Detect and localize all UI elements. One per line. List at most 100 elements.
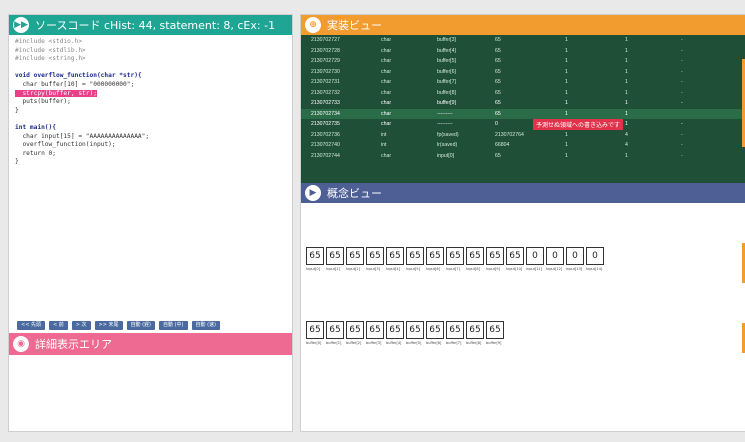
memory-cell-size: 1 — [565, 58, 568, 65]
code-line-text: } — [15, 158, 19, 166]
memory-cell-count: 1 — [625, 89, 628, 96]
code-line: char input[15] = "AAAAAAAAAAAAAA"; — [15, 133, 286, 142]
memory-row[interactable]: 2130702728 char buffer[4] 65 1 1 - — [301, 46, 745, 57]
memory-cell-name: buffer[9] — [437, 100, 456, 107]
memory-cell-count: 1 — [625, 152, 628, 159]
memory-cell-type: char — [381, 121, 392, 128]
buffer-label: buffer[4] — [386, 341, 402, 345]
memory-cell-count: 1 — [625, 68, 628, 75]
buffer-label: buffer[2] — [346, 341, 362, 345]
detail-icon: ◉ — [13, 336, 29, 352]
toolbar-button-6[interactable]: 自動 (速) — [191, 321, 220, 330]
source-panel: ▶▶ ソースコード cHist: 44, statement: 8, cEx: … — [8, 14, 293, 432]
impl-view-title: 実装ビュー — [327, 19, 382, 32]
toolbar-button-3[interactable]: >> 末尾 — [94, 321, 123, 330]
code-line: #include <stdio.h> — [15, 38, 286, 47]
input-array-labels: input[0] input[1] input[2] input[3] input[4]… — [306, 267, 606, 271]
memory-cell-value: 66804 — [495, 142, 510, 149]
memory-cell-type: char — [381, 100, 392, 107]
code-line-text: overflow_function(input); — [15, 141, 116, 149]
input-cell: 65 — [366, 247, 384, 265]
memory-cell-addr: 2130702734 — [311, 110, 340, 117]
memory-row[interactable]: 2130702727 char buffer[3] 65 1 1 - — [301, 35, 745, 46]
buffer-cell: 65 — [346, 321, 364, 339]
source-code: #include <stdio.h> #include <stdlib.h> #in… — [9, 35, 292, 170]
memory-cell-type: char — [381, 79, 392, 86]
memory-cell-extra: - — [681, 79, 683, 86]
memory-cell-name: buffer[8] — [437, 89, 456, 96]
code-line-text: void overflow_function(char *str){ — [15, 72, 142, 80]
memory-cell-extra: - — [681, 37, 683, 44]
memory-cell-name: buffer[4] — [437, 47, 456, 54]
memory-row[interactable]: 2130702734 char --------- 65 1 1 — [301, 108, 745, 119]
code-line: return 0; — [15, 150, 286, 159]
memory-cell-addr: 2130702740 — [311, 142, 340, 149]
code-line: } — [15, 158, 286, 167]
code-line-text: strcpy(buffer, str); — [15, 89, 97, 97]
code-line: overflow_function(input); — [15, 141, 286, 150]
impl-view-header: ⊕ 実装ビュー — [301, 15, 745, 35]
memory-cell-count: 1 — [625, 121, 628, 128]
code-line: strcpy(buffer, str); — [15, 89, 286, 99]
memory-cell-extra: - — [681, 100, 683, 107]
memory-cell-extra: - — [681, 47, 683, 54]
input-label: input[6] — [426, 267, 440, 271]
memory-cell-name: buffer[3] — [437, 37, 456, 44]
memory-cell-name: --------- — [437, 121, 453, 128]
buffer-cell: 65 — [486, 321, 504, 339]
input-label: input[4] — [386, 267, 400, 271]
memory-cell-value: 65 — [495, 152, 501, 159]
input-label: input[10] — [506, 267, 523, 271]
detail-area-header: ◉ 詳細表示エリア — [9, 333, 292, 355]
input-label: input[11] — [526, 267, 543, 271]
code-line: int main(){ — [15, 124, 286, 133]
memory-cell-count: 1 — [625, 58, 628, 65]
toolbar-button-4[interactable]: 自動 (遅) — [126, 321, 155, 330]
toolbar-button-2[interactable]: > 次 — [71, 321, 91, 330]
memory-cell-addr: 2130702728 — [311, 47, 340, 54]
memory-row[interactable]: 2130702730 char buffer[6] 65 1 1 - — [301, 67, 745, 78]
input-cell: 65 — [406, 247, 424, 265]
buffer-array-labels: buffer[0] buffer[1] buffer[2] buffer[3] buff… — [306, 341, 506, 345]
buffer-cell: 65 — [326, 321, 344, 339]
input-label: input[1] — [326, 267, 340, 271]
memory-row[interactable]: 2130702735char---------011- — [301, 119, 745, 130]
buffer-cell: 65 — [366, 321, 384, 339]
memory-cell-count: 1 — [625, 110, 628, 117]
input-cell: 0 — [586, 247, 604, 265]
toolbar-button-5[interactable]: 自動 (中) — [159, 321, 188, 330]
memory-row[interactable]: 2130702740 int lr(saved) 66804 1 4 - — [301, 140, 745, 151]
memory-cell-count: 4 — [625, 142, 628, 149]
buffer-cell: 65 — [386, 321, 404, 339]
memory-cell-type: char — [381, 152, 392, 159]
buffer-label: buffer[3] — [366, 341, 382, 345]
memory-row[interactable]: 2130702736 int fp(saved) 2130702764 1 4 - — [301, 130, 745, 141]
code-line: #include <string.h> — [15, 55, 286, 64]
memory-cell-size: 1 — [565, 68, 568, 75]
memory-cell-size: 1 — [565, 47, 568, 54]
memory-cell-type: char — [381, 89, 392, 96]
toolbar-button-0[interactable]: << 先頭 — [17, 321, 45, 330]
memory-cell-count: 1 — [625, 37, 628, 44]
input-label: input[7] — [446, 267, 460, 271]
memory-row[interactable]: 2130702729 char buffer[5] 65 1 1 - — [301, 56, 745, 67]
memory-cell-size: 1 — [565, 100, 568, 107]
memory-cell-extra: - — [681, 142, 683, 149]
play-forward-icon[interactable]: ▶▶ — [13, 17, 29, 33]
buffer-label: buffer[1] — [326, 341, 342, 345]
play-icon[interactable]: ▶ — [305, 185, 321, 201]
code-line-text: #include <stdio.h> — [15, 38, 83, 45]
memory-cell-addr: 2130702727 — [311, 37, 340, 44]
concept-view: ▶ 概念ビュー 65 65 65 65 65 65 65 65 65 65 65 0 0 0 0 input… — [301, 183, 745, 431]
code-line-text: #include <stdlib.h> — [15, 46, 86, 54]
memory-row[interactable]: 2130702744 char input[0] 65 1 1 - — [301, 151, 745, 162]
memory-row[interactable]: 2130702731 char buffer[7] 65 1 1 - — [301, 77, 745, 88]
memory-cell-addr: 2130702730 — [311, 68, 340, 75]
code-line: char buffer[10] = "000000000"; — [15, 81, 286, 90]
memory-cell-value: 65 — [495, 58, 501, 65]
toolbar-button-1[interactable]: < 前 — [48, 321, 68, 330]
memory-row[interactable]: 2130702732 char buffer[8] 65 1 1 - — [301, 88, 745, 99]
source-view-header: ▶▶ ソースコード cHist: 44, statement: 8, cEx: … — [9, 15, 292, 35]
memory-row[interactable]: 2130702733 char buffer[9] 65 1 1 - — [301, 98, 745, 109]
